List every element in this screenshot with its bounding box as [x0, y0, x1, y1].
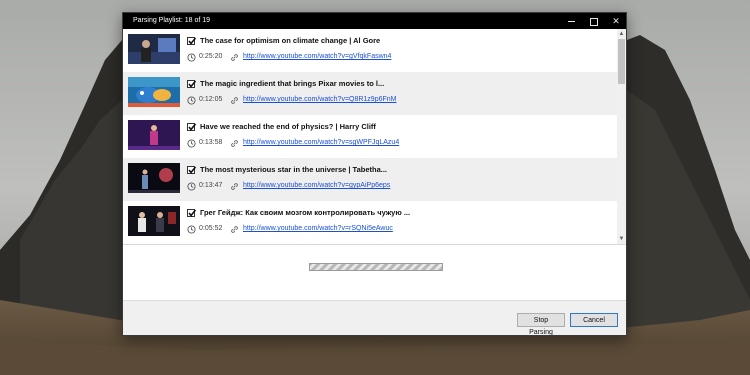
- maximize-icon: [590, 17, 598, 26]
- list-scrollbar[interactable]: ▲ ▼: [617, 29, 626, 244]
- list-item[interactable]: The most mysterious star in the universe…: [123, 158, 617, 201]
- clock-icon: [187, 225, 196, 234]
- link-icon: [231, 54, 238, 61]
- cancel-button[interactable]: Cancel: [570, 313, 618, 327]
- clock-icon: [187, 182, 196, 191]
- include-checkbox[interactable]: [187, 37, 197, 45]
- scrollbar-thumb[interactable]: [618, 39, 625, 84]
- include-checkbox[interactable]: [187, 166, 197, 174]
- video-thumbnail: [128, 34, 180, 64]
- link-icon: [231, 183, 238, 190]
- progress-area: [123, 245, 626, 300]
- maximize-button[interactable]: [583, 13, 605, 29]
- minimize-icon: [567, 21, 575, 23]
- clock-icon: [187, 53, 196, 62]
- video-url-link[interactable]: http://www.youtube.com/watch?v=sgWPFJqLA…: [243, 139, 399, 146]
- video-thumbnail: [128, 206, 180, 236]
- list-item[interactable]: The magic ingredient that brings Pixar m…: [123, 72, 617, 115]
- checkmark-icon: [188, 123, 197, 131]
- stop-parsing-button[interactable]: Stop Parsing: [517, 313, 565, 335]
- link-icon: [231, 226, 238, 233]
- video-title: The magic ingredient that brings Pixar m…: [200, 79, 385, 88]
- list-item[interactable]: Have we reached the end of physics? | Ha…: [123, 115, 617, 158]
- playlist-list[interactable]: The case for optimism on climate change …: [123, 29, 626, 245]
- video-url-link[interactable]: http://www.youtube.com/watch?v=gypAiPp6e…: [243, 182, 390, 189]
- include-checkbox[interactable]: [187, 123, 197, 131]
- link-icon: [231, 97, 238, 104]
- video-duration: 0:13:47: [199, 182, 223, 189]
- video-duration: 0:25:20: [199, 53, 223, 60]
- video-duration: 0:05:52: [199, 225, 223, 232]
- link-icon: [231, 140, 238, 147]
- include-checkbox[interactable]: [187, 209, 197, 217]
- scroll-down-icon[interactable]: ▼: [617, 234, 626, 244]
- video-duration: 0:13:58: [199, 139, 223, 146]
- parsing-playlist-dialog: Parsing Playlist: 18 of 19 ✕ The case fo…: [122, 12, 627, 336]
- include-checkbox[interactable]: [187, 80, 197, 88]
- video-thumbnail: [128, 120, 180, 150]
- video-title: Have we reached the end of physics? | Ha…: [200, 122, 376, 131]
- checkmark-icon: [188, 209, 197, 217]
- video-url-link[interactable]: http://www.youtube.com/watch?v=rSQNi5eAw…: [243, 225, 393, 232]
- checkmark-icon: [188, 80, 197, 88]
- video-thumbnail: [128, 163, 180, 193]
- dialog-footer: Stop Parsing Cancel: [123, 300, 626, 335]
- close-icon: ✕: [612, 16, 620, 26]
- video-url-link[interactable]: http://www.youtube.com/watch?v=gVfqkFasw…: [243, 53, 391, 60]
- scroll-up-icon[interactable]: ▲: [617, 29, 626, 39]
- video-thumbnail: [128, 77, 180, 107]
- checkmark-icon: [188, 37, 197, 45]
- list-item[interactable]: Грег Гейдж: Как своим мозгом контролиров…: [123, 201, 617, 244]
- video-duration: 0:12:05: [199, 96, 223, 103]
- list-item[interactable]: The case for optimism on climate change …: [123, 29, 617, 72]
- title-bar[interactable]: Parsing Playlist: 18 of 19 ✕: [123, 13, 626, 29]
- video-title: The most mysterious star in the universe…: [200, 165, 388, 174]
- parsing-progress-bar: [309, 263, 443, 271]
- clock-icon: [187, 139, 196, 148]
- video-title: Грег Гейдж: Как своим мозгом контролиров…: [200, 208, 411, 217]
- minimize-button[interactable]: [560, 13, 582, 29]
- checkmark-icon: [188, 166, 197, 174]
- window-title: Parsing Playlist: 18 of 19: [133, 17, 211, 24]
- close-button[interactable]: ✕: [605, 13, 626, 29]
- video-url-link[interactable]: http://www.youtube.com/watch?v=Q8R1z9p6F…: [243, 96, 397, 103]
- video-title: The case for optimism on climate change …: [200, 36, 381, 45]
- clock-icon: [187, 96, 196, 105]
